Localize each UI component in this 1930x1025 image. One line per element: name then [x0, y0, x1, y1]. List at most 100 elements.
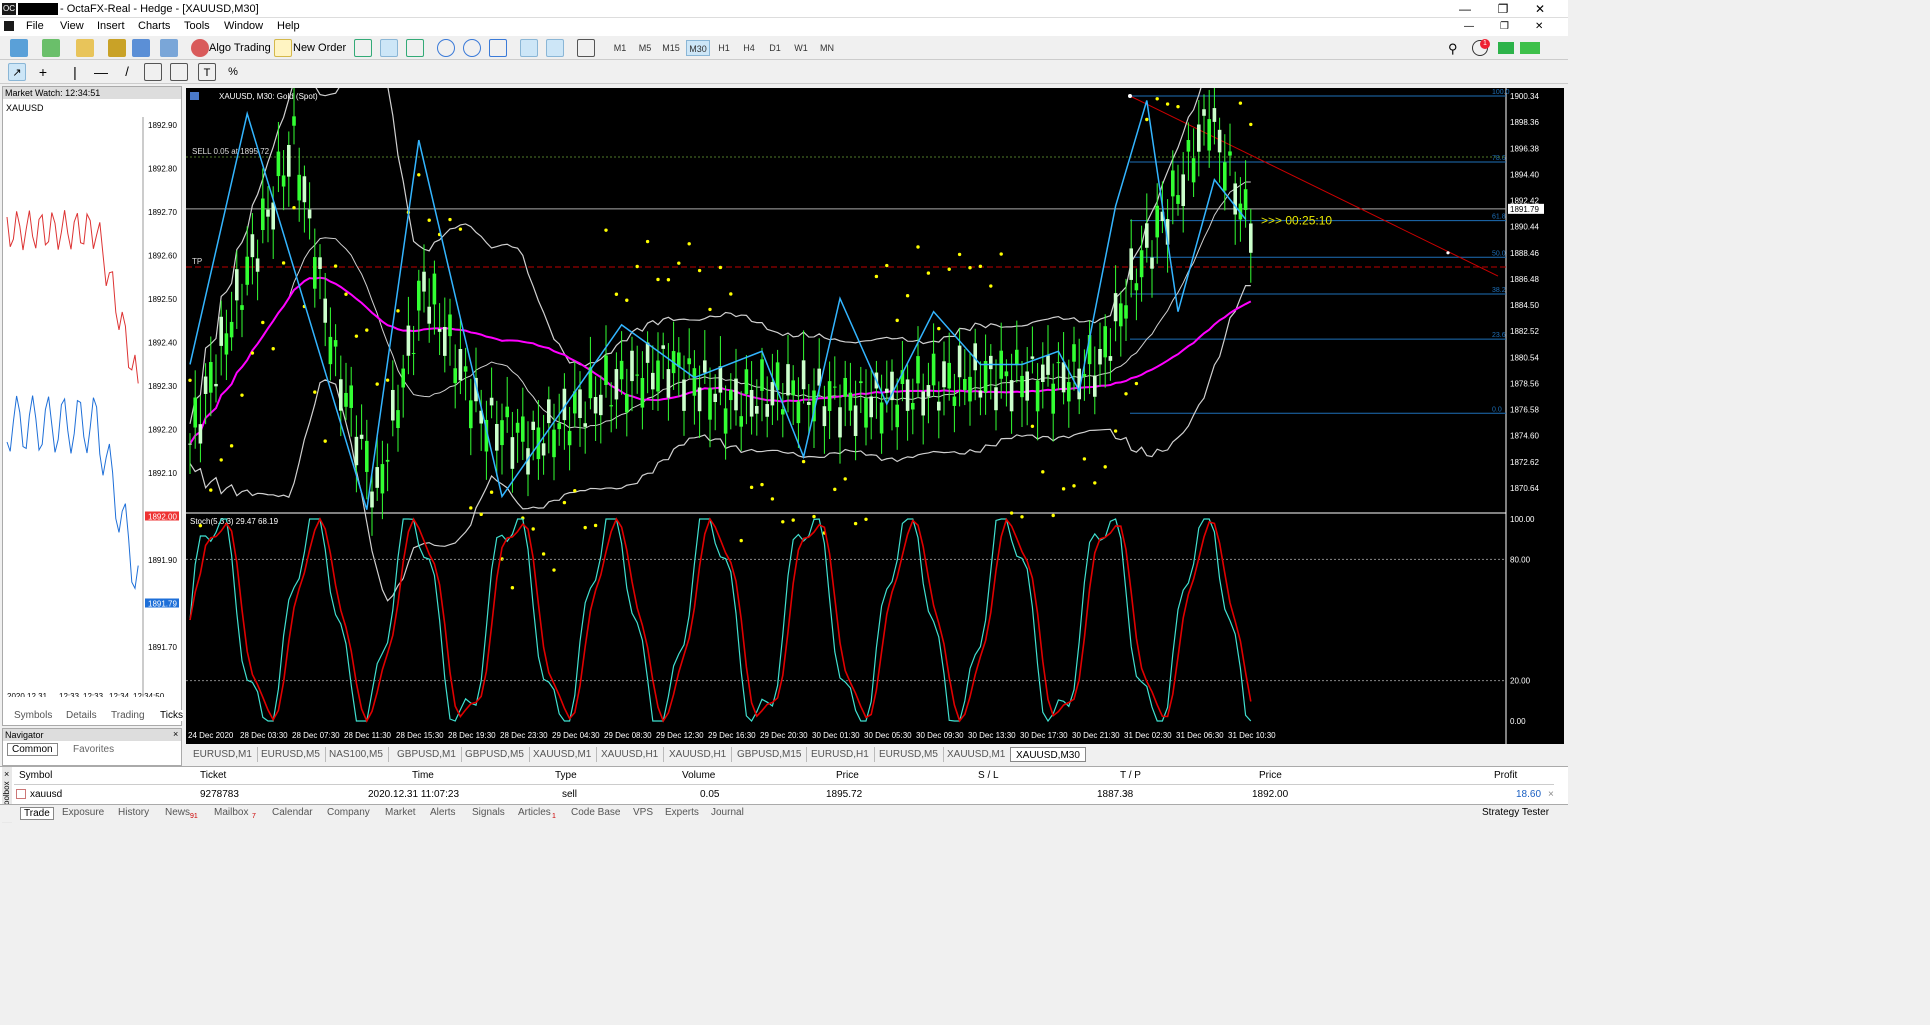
- text-icon[interactable]: T: [198, 63, 216, 81]
- child-restore-icon[interactable]: ❐: [1500, 21, 1509, 32]
- chart-tab[interactable]: NAS100,M5: [324, 747, 389, 762]
- timeframe-m15[interactable]: M15: [659, 40, 683, 56]
- chart-window[interactable]: 1900.34 1898.36 1896.38 1894.40 1892.42 1890.…: [186, 88, 1564, 744]
- cursor-icon[interactable]: ↗: [8, 63, 26, 81]
- remove-tp-icon[interactable]: ×: [1124, 789, 1130, 800]
- timeframe-d1[interactable]: D1: [763, 40, 787, 56]
- tab-alerts[interactable]: Alerts: [430, 807, 456, 818]
- crosshair-icon[interactable]: +: [34, 63, 52, 81]
- chart-tab[interactable]: XAUUSD,M1: [942, 747, 1012, 762]
- signals-icon[interactable]: [160, 39, 178, 57]
- new-order-button[interactable]: New Order: [293, 39, 346, 57]
- new-order-icon[interactable]: [274, 39, 292, 57]
- tab-articles[interactable]: Articles: [518, 807, 551, 818]
- table-row[interactable]: xauusd 9278783 2020.12.31 11:07:23 sell …: [14, 767, 1554, 805]
- chart-tab[interactable]: EURUSD,M5: [256, 747, 326, 762]
- menu-insert[interactable]: Insert: [97, 20, 125, 32]
- timeframe-m5[interactable]: M5: [633, 40, 657, 56]
- channels-icon[interactable]: [170, 63, 188, 81]
- tab-details[interactable]: Details: [66, 710, 97, 721]
- chart-tab[interactable]: GBPUSD,M5: [460, 747, 530, 762]
- fibonacci-icon[interactable]: [144, 63, 162, 81]
- templates-icon[interactable]: [577, 39, 595, 57]
- market-watch-icon[interactable]: [76, 39, 94, 57]
- parabolic-sar-dot: [1061, 487, 1066, 491]
- tab-trading[interactable]: Trading: [111, 710, 145, 721]
- navigator-icon[interactable]: [132, 39, 150, 57]
- tab-favorites[interactable]: Favorites: [73, 744, 114, 755]
- tab-symbols[interactable]: Symbols: [14, 710, 52, 721]
- restore-icon[interactable]: ❐: [1488, 1, 1518, 17]
- horizontal-line-icon[interactable]: —: [92, 63, 110, 81]
- child-close-icon[interactable]: ✕: [1535, 21, 1543, 32]
- chart-tab[interactable]: XAUUSD,H1: [664, 747, 733, 762]
- candle-body: [1243, 189, 1248, 211]
- zoom-out-icon[interactable]: [463, 39, 481, 57]
- chart-shift-icon[interactable]: [546, 39, 564, 57]
- tile-windows-icon[interactable]: [489, 39, 507, 57]
- parabolic-sar-dot: [333, 264, 338, 268]
- tab-exposure[interactable]: Exposure: [62, 807, 104, 818]
- candlestick-icon[interactable]: [380, 39, 398, 57]
- chart-tab[interactable]: XAUUSD,M30: [1010, 747, 1086, 762]
- tab-company[interactable]: Company: [327, 807, 370, 818]
- tab-trade[interactable]: Trade: [20, 807, 54, 820]
- search-icon[interactable]: ⚲: [1448, 41, 1458, 57]
- close-position-icon[interactable]: ×: [1548, 789, 1554, 800]
- minimize-icon[interactable]: —: [1450, 1, 1480, 17]
- chart-tab[interactable]: EURUSD,H1: [806, 747, 875, 762]
- tab-experts[interactable]: Experts: [665, 807, 699, 818]
- menu-window[interactable]: Window: [224, 20, 263, 32]
- timeframe-m1[interactable]: M1: [608, 40, 632, 56]
- chart-tab[interactable]: GBPUSD,M15: [732, 747, 808, 762]
- chart-tab[interactable]: XAUUSD,M1: [528, 747, 598, 762]
- tab-calendar[interactable]: Calendar: [272, 807, 313, 818]
- tab-news[interactable]: News: [165, 807, 190, 818]
- parabolic-sar-dot: [864, 517, 868, 521]
- timeframe-mn[interactable]: MN: [815, 40, 839, 56]
- doc-icon[interactable]: [4, 21, 14, 31]
- chart-tab[interactable]: EURUSD,M1: [188, 747, 258, 762]
- navigator-close-icon[interactable]: ×: [173, 729, 178, 739]
- tab-journal[interactable]: Journal: [711, 807, 744, 818]
- toolbox-close-icon[interactable]: ×: [4, 769, 9, 779]
- child-minimize-icon[interactable]: —: [1464, 21, 1474, 32]
- timeframe-h4[interactable]: H4: [737, 40, 761, 56]
- tab-history[interactable]: History: [118, 807, 149, 818]
- strategy-tester-button[interactable]: Strategy Tester: [1482, 807, 1549, 818]
- zoom-in-icon[interactable]: [437, 39, 455, 57]
- timeframe-h1[interactable]: H1: [712, 40, 736, 56]
- menu-help[interactable]: Help: [277, 20, 300, 32]
- tab-signals[interactable]: Signals: [472, 807, 505, 818]
- line-chart-icon[interactable]: [406, 39, 424, 57]
- chart-tab[interactable]: XAUUSD,H1: [596, 747, 665, 762]
- account-icon[interactable]: [1498, 42, 1514, 54]
- algo-trading-icon[interactable]: [191, 39, 209, 57]
- timeframe-w1[interactable]: W1: [789, 40, 813, 56]
- tab-code-base[interactable]: Code Base: [571, 807, 620, 818]
- tab-market[interactable]: Market: [385, 807, 416, 818]
- bar-chart-icon[interactable]: [354, 39, 372, 57]
- timeframe-m30[interactable]: M30: [686, 40, 710, 56]
- chart-tab[interactable]: GBPUSD,M1: [392, 747, 462, 762]
- shapes-icon[interactable]: %: [224, 63, 242, 81]
- price-chart[interactable]: 1900.341898.361896.381894.401892.421890.…: [186, 88, 1564, 744]
- new-chart-icon[interactable]: [10, 39, 28, 57]
- parabolic-sar-dot: [261, 320, 265, 325]
- menu-view[interactable]: View: [60, 20, 84, 32]
- menu-charts[interactable]: Charts: [138, 20, 170, 32]
- profiles-icon[interactable]: [42, 39, 60, 57]
- menu-file[interactable]: File: [26, 20, 44, 32]
- tab-ticks[interactable]: Ticks: [160, 710, 183, 721]
- menu-tools[interactable]: Tools: [184, 20, 210, 32]
- tab-common[interactable]: Common: [7, 743, 58, 756]
- data-window-icon[interactable]: [108, 39, 126, 57]
- autoscroll-icon[interactable]: [520, 39, 538, 57]
- chart-tab[interactable]: EURUSD,M5: [874, 747, 944, 762]
- close-icon[interactable]: ✕: [1525, 1, 1555, 17]
- trend-line-icon[interactable]: /: [118, 63, 136, 81]
- tab-vps[interactable]: VPS: [633, 807, 653, 818]
- vertical-line-icon[interactable]: |: [66, 63, 84, 81]
- tab-mailbox[interactable]: Mailbox: [214, 807, 248, 818]
- algo-trading-button[interactable]: Algo Trading: [209, 39, 271, 57]
